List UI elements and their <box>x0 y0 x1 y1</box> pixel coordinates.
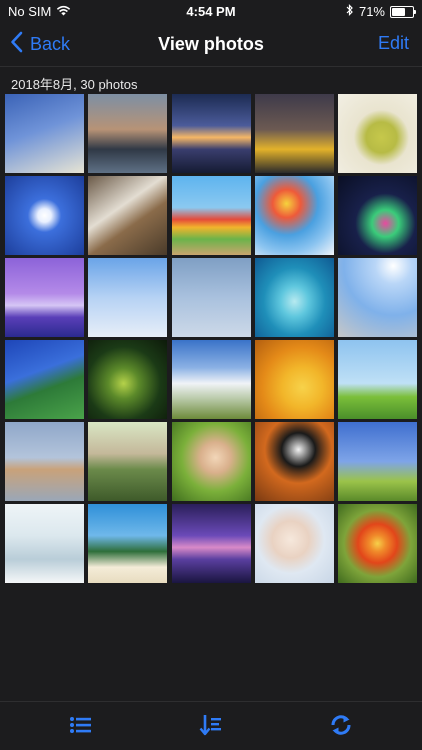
photo-thumbnail-purple-dusk[interactable] <box>171 504 251 583</box>
photo-thumbnail-girl-laughing[interactable] <box>171 422 251 501</box>
page-title: View photos <box>158 34 264 54</box>
battery-percent: 71% <box>358 4 385 19</box>
photo-thumbnail-plate-snacks[interactable] <box>88 176 168 255</box>
refresh-icon <box>328 715 354 742</box>
photo-thumbnail-blue-sky-cloud[interactable] <box>5 176 84 255</box>
photo-thumbnail-red-gerbera[interactable] <box>338 504 417 583</box>
sort-button[interactable] <box>198 712 226 740</box>
status-right: 71% <box>346 4 416 19</box>
list-view-button[interactable] <box>68 712 96 740</box>
photo-thumbnail-clouds-field[interactable] <box>171 340 251 419</box>
photo-thumbnail-beach-huts[interactable] <box>171 176 251 255</box>
photo-thumbnail-puppy-cushion[interactable] <box>254 422 334 501</box>
refresh-button[interactable] <box>328 712 356 740</box>
photo-thumbnail-white-dishes[interactable] <box>5 504 84 583</box>
sort-descending-icon <box>198 715 224 742</box>
edit-button[interactable]: Edit <box>378 33 409 54</box>
photo-thumbnail-baby-bubbles[interactable] <box>254 504 334 583</box>
photo-thumbnail-palm-beach[interactable] <box>88 504 168 583</box>
list-icon <box>68 717 94 742</box>
photo-thumbnail-yellow-flower[interactable] <box>254 340 334 419</box>
photo-thumbnail-city-taxis[interactable] <box>254 94 334 173</box>
battery-level <box>392 7 405 16</box>
photo-thumbnail-balloons[interactable] <box>254 176 334 255</box>
photo-thumbnail-child-windmill[interactable] <box>5 94 84 173</box>
photo-thumbnail-ferris-wheel-day[interactable] <box>88 258 168 337</box>
photo-thumbnail-man-basket[interactable] <box>338 258 417 337</box>
photo-thumbnail-monkey-toy[interactable] <box>5 422 84 501</box>
photo-thumbnail-laundry-clothesline[interactable] <box>171 258 251 337</box>
battery-icon <box>390 5 416 18</box>
photo-thumbnail-tea-cup[interactable] <box>338 94 417 173</box>
section-header: 2018年8月, 30 photos <box>11 77 138 92</box>
photo-thumbnail-green-leaves-sky[interactable] <box>5 340 84 419</box>
photo-thumbnail-kids-bikes[interactable] <box>88 422 168 501</box>
bottom-toolbar <box>0 701 422 750</box>
status-bar: No SIM 4:54 PM 71% <box>0 0 422 22</box>
photo-thumbnail-boy-jumping[interactable] <box>338 422 417 501</box>
photo-thumbnail-ferris-wheel-night[interactable] <box>338 176 417 255</box>
photo-thumbnail-sunset-horizon[interactable] <box>171 94 251 173</box>
navigation-bar: Back View photos Edit <box>0 22 422 67</box>
photo-thumbnail-aerial-reef[interactable] <box>254 258 334 337</box>
photo-thumbnail-purple-trees[interactable] <box>5 258 84 337</box>
photo-thumbnail-bubbles-bokeh[interactable] <box>88 340 168 419</box>
bluetooth-icon <box>346 4 354 19</box>
photo-thumbnail-lakeside-castle[interactable] <box>88 94 168 173</box>
photo-thumbnail-bicycle-meadow[interactable] <box>338 340 417 419</box>
